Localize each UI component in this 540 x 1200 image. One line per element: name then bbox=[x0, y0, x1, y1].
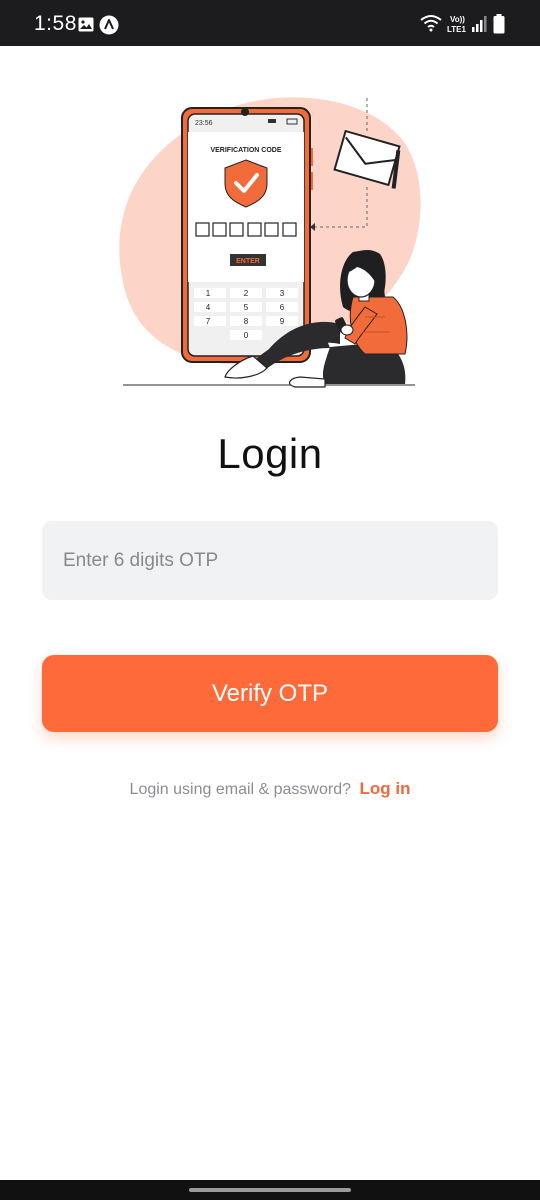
page-title: Login bbox=[217, 430, 323, 477]
key-2: 2 bbox=[244, 289, 249, 298]
key-7: 7 bbox=[206, 317, 211, 326]
key-9: 9 bbox=[280, 317, 285, 326]
key-8: 8 bbox=[244, 317, 249, 326]
key-5: 5 bbox=[244, 303, 249, 312]
key-4: 4 bbox=[206, 303, 211, 312]
otp-input[interactable] bbox=[42, 521, 498, 600]
wifi-icon bbox=[420, 15, 442, 32]
otp-verification-illustration: 23:56 VERIFICATION CODE ENTER 1 2 3 4 5 … bbox=[119, 97, 421, 388]
alt-login-row: Login using email & password? Log in bbox=[0, 779, 540, 799]
volte-icon: Vo)) LTE1 bbox=[447, 15, 467, 34]
phone-time: 23:56 bbox=[195, 120, 213, 127]
key-0: 0 bbox=[244, 331, 249, 340]
email-login-link[interactable]: Log in bbox=[359, 779, 410, 798]
network-label-bottom: LTE1 bbox=[447, 25, 467, 34]
alt-login-prompt: Login using email & password? bbox=[129, 781, 352, 798]
verification-title: VERIFICATION CODE bbox=[210, 147, 281, 154]
phone-mockup: 23:56 VERIFICATION CODE ENTER 1 2 3 4 5 … bbox=[181, 107, 313, 363]
battery-icon bbox=[493, 14, 505, 34]
status-bar: 1:58 Vo)) LTE1 bbox=[0, 0, 540, 46]
key-3: 3 bbox=[280, 289, 285, 298]
network-label-top: Vo)) bbox=[450, 15, 465, 24]
home-indicator[interactable] bbox=[189, 1188, 351, 1192]
navigation-bar bbox=[0, 1180, 540, 1200]
key-1: 1 bbox=[206, 289, 211, 298]
signal-icon bbox=[472, 16, 487, 32]
status-time: 1:58 bbox=[34, 12, 77, 35]
verify-otp-button[interactable]: Verify OTP bbox=[42, 655, 498, 732]
enter-label: ENTER bbox=[236, 258, 260, 265]
app-icon bbox=[99, 15, 119, 35]
key-6: 6 bbox=[280, 303, 285, 312]
gallery-icon bbox=[78, 17, 94, 32]
